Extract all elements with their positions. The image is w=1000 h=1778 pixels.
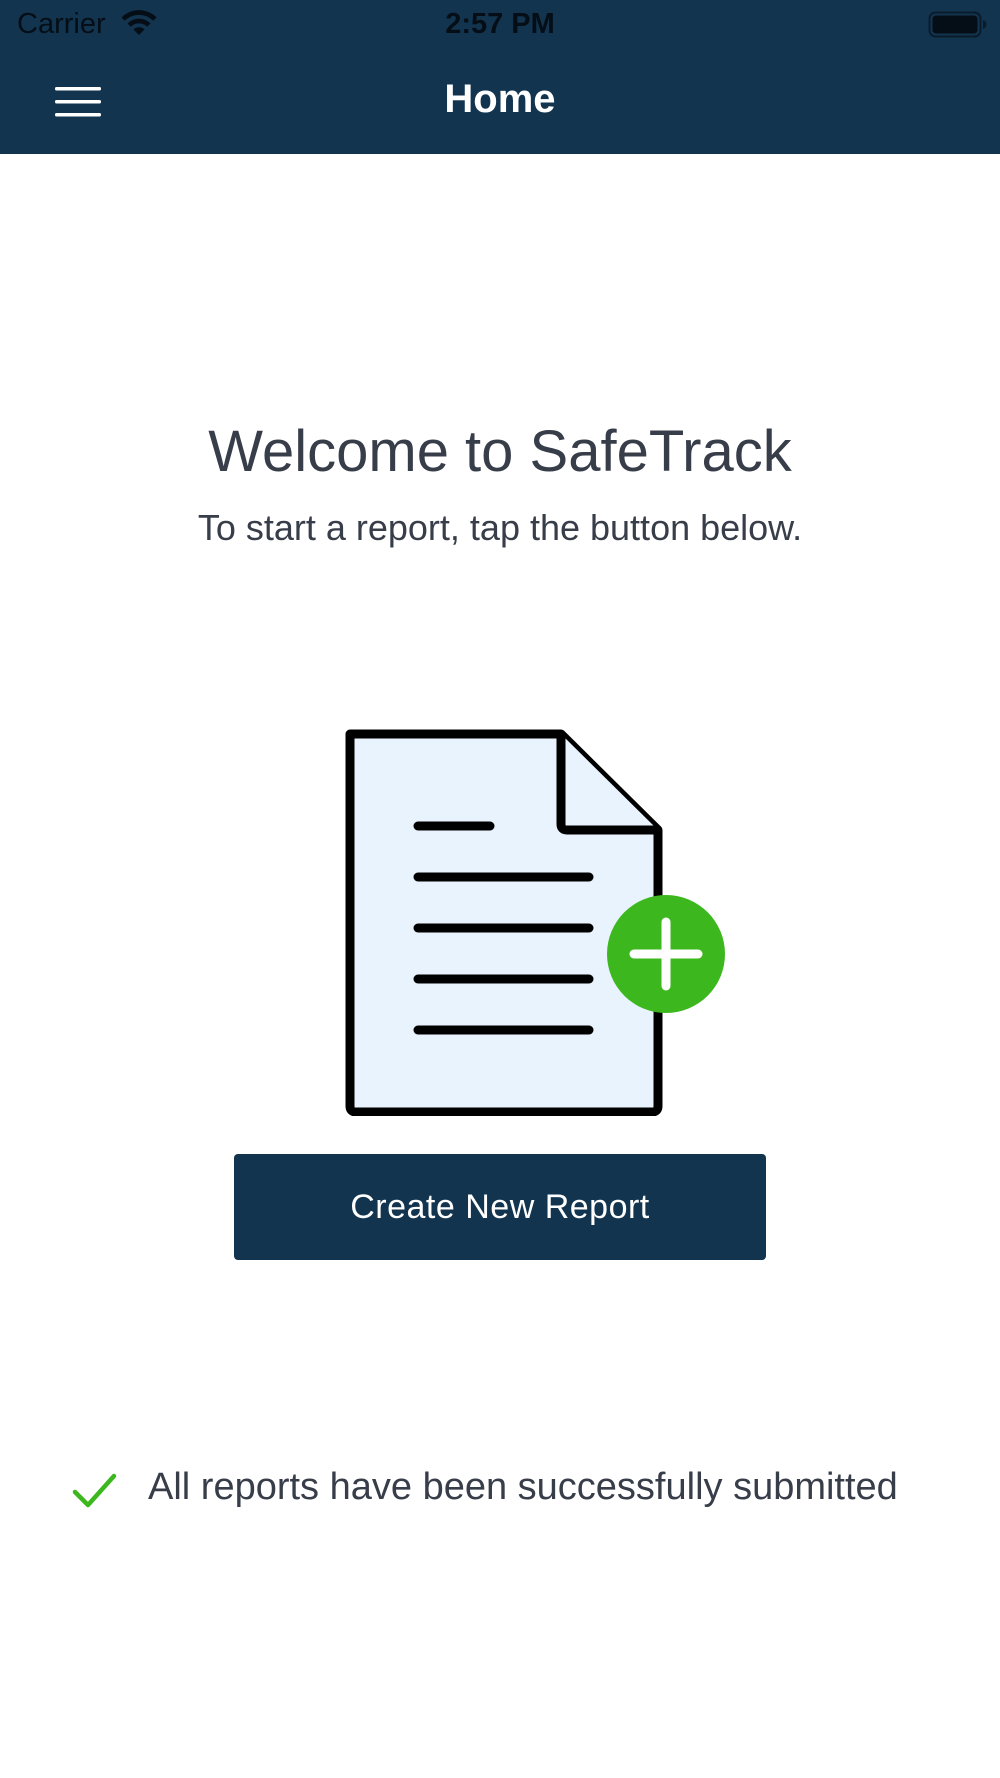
navigation-bar: Home xyxy=(0,50,1000,154)
create-new-report-button[interactable]: Create New Report xyxy=(234,1154,766,1260)
app-header: Carrier 2:57 PM Home xyxy=(0,0,1000,154)
page-title: Home xyxy=(444,77,556,121)
checkmark-icon xyxy=(72,1473,117,1508)
submission-status-text: All reports have been successfully submi… xyxy=(148,1466,898,1508)
battery-full-icon xyxy=(928,11,987,38)
submission-status: All reports have been successfully submi… xyxy=(0,1462,1000,1518)
plus-icon xyxy=(607,895,725,1013)
status-bar: Carrier 2:57 PM xyxy=(0,0,1000,50)
welcome-heading: Welcome to SafeTrack xyxy=(208,419,792,484)
welcome-subtitle: To start a report, tap the button below. xyxy=(197,507,803,548)
new-document-icon xyxy=(345,729,725,1116)
home-screen: Carrier 2:57 PM Home Welcome to SafeTrac… xyxy=(0,0,1000,1778)
status-time: 2:57 PM xyxy=(445,8,555,40)
